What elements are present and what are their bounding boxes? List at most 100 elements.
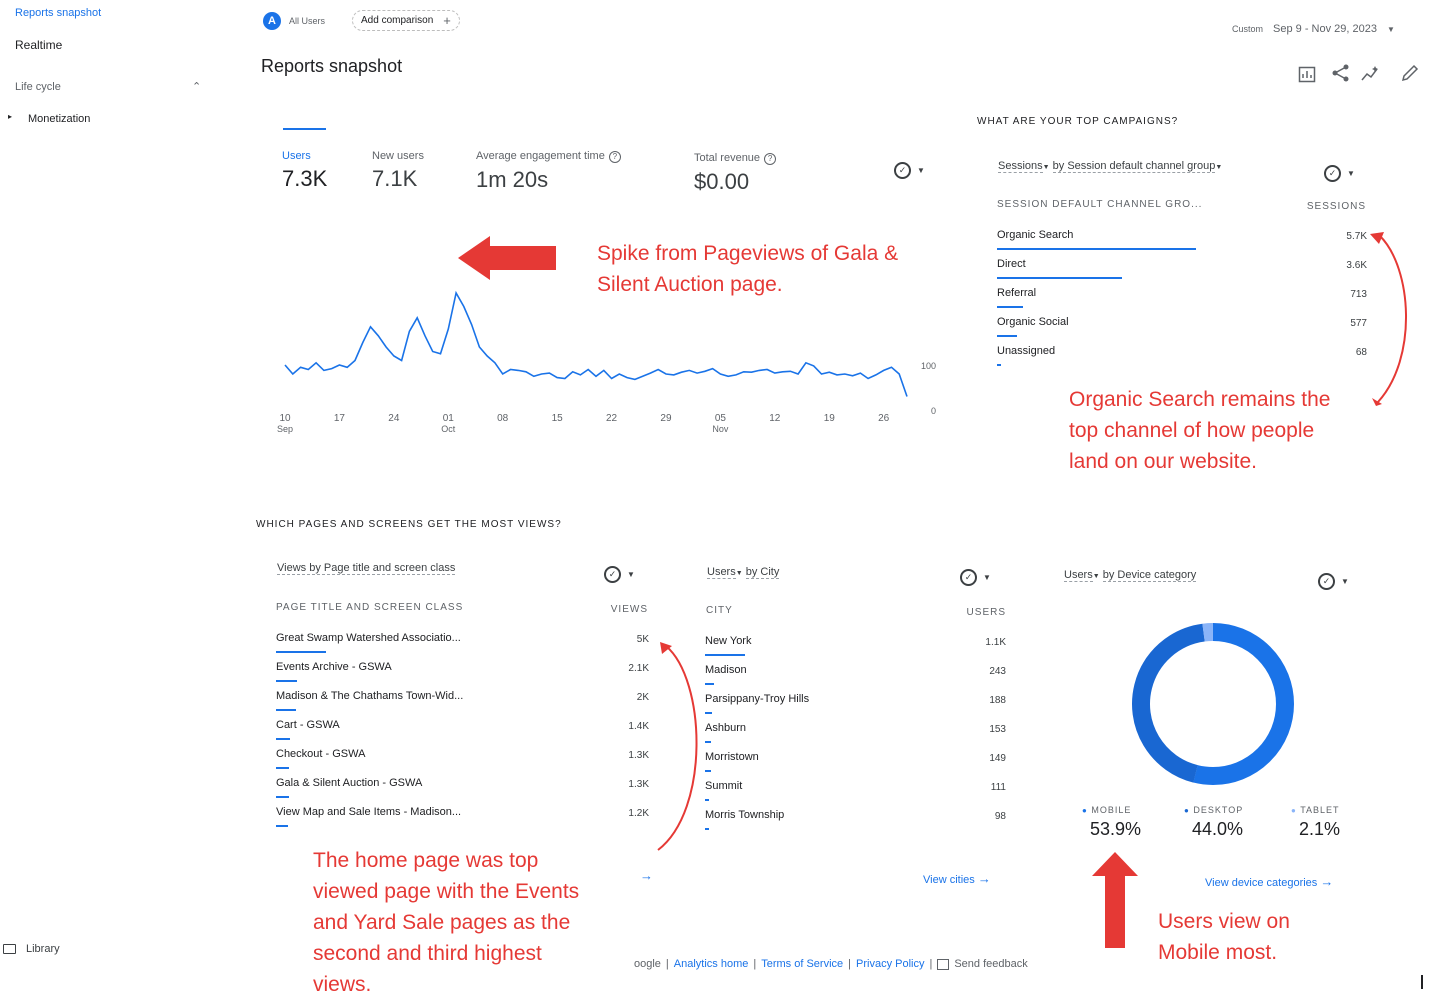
table-row[interactable]: Organic Search 5.7K <box>997 229 1367 258</box>
date-range: Sep 9 - Nov 29, 2023 <box>1273 23 1377 35</box>
campaigns-compare-icon[interactable]: ✓ ▼ <box>1324 165 1355 182</box>
metric-tab-users[interactable]: Users 7.3K <box>282 150 327 192</box>
table-row[interactable]: Cart - GSWA 1.4K <box>276 719 649 748</box>
donut-slice-desktop[interactable] <box>1126 617 1301 792</box>
help-icon[interactable]: ? <box>608 151 621 163</box>
metric-tab-new-users[interactable]: New users 7.1K <box>372 150 424 192</box>
legend-value: 53.9% <box>1090 819 1142 839</box>
library-label: Library <box>26 943 60 955</box>
arrow-right-icon[interactable]: → <box>640 868 653 883</box>
y-tick-label: 100 <box>921 361 936 371</box>
view-cities-link[interactable]: View cities → <box>923 871 991 886</box>
row-label: Madison <box>705 664 747 676</box>
table-row[interactable]: Morristown 149 <box>705 751 1006 780</box>
view-device-categories-link[interactable]: View device categories → <box>1205 874 1333 889</box>
x-tick-label: 17 <box>334 413 346 424</box>
row-bar <box>705 828 709 830</box>
all-users-chip[interactable]: A All Users <box>263 12 325 30</box>
row-label: Great Swamp Watershed Associatio... <box>276 632 461 644</box>
pages-compare-icon[interactable]: ✓ ▼ <box>604 566 635 583</box>
help-icon[interactable]: ? <box>764 153 777 165</box>
annotation-line: viewed page with the Events <box>313 880 580 903</box>
table-row[interactable]: Gala & Silent Auction - GSWA 1.3K <box>276 777 649 806</box>
sidebar-item-monetization[interactable]: Monetization <box>28 113 90 125</box>
row-label: New York <box>705 635 752 647</box>
pages-col-label: PAGE TITLE AND SCREEN CLASS <box>276 602 464 613</box>
table-row[interactable]: Ashburn 153 <box>705 722 1006 751</box>
table-row[interactable]: Events Archive - GSWA 2.1K <box>276 661 649 690</box>
chevron-up-icon[interactable]: ⌃ <box>192 80 201 93</box>
row-label: Checkout - GSWA <box>276 748 366 760</box>
row-label: Madison & The Chathams Town-Wid... <box>276 690 464 702</box>
row-value: 243 <box>989 666 1006 677</box>
devices-compare-icon[interactable]: ✓ ▼ <box>1318 573 1349 590</box>
row-bar <box>276 680 297 682</box>
share-icon[interactable] <box>1331 63 1351 83</box>
sidebar-item-life-cycle[interactable]: Life cycle <box>15 81 61 93</box>
compare-check-icon[interactable]: ✓ ▼ <box>894 162 925 179</box>
cities-col-label: CITY <box>706 605 733 616</box>
metric-value: 7.3K <box>282 166 328 191</box>
row-value: 2.1K <box>628 663 649 674</box>
table-row[interactable]: New York 1.1K <box>705 635 1006 664</box>
table-row[interactable]: Organic Social 577 <box>997 316 1367 345</box>
campaigns-col-label: SESSION DEFAULT CHANNEL GRO... <box>997 199 1203 210</box>
x-tick-label: 29 <box>660 413 672 424</box>
table-row[interactable]: Direct 3.6K <box>997 258 1367 287</box>
privacy-link[interactable]: Privacy Policy <box>856 958 924 970</box>
metric-tab-engagement[interactable]: Average engagement time? 1m 20s <box>476 150 621 193</box>
row-bar <box>276 738 290 740</box>
x-tick-label: 19 <box>824 413 836 424</box>
sidebar-item-reports-snapshot[interactable]: Reports snapshot <box>15 7 101 19</box>
table-row[interactable]: Unassigned 68 <box>997 345 1367 374</box>
table-row[interactable]: Madison & The Chathams Town-Wid... 2K <box>276 690 649 719</box>
table-row[interactable]: Checkout - GSWA 1.3K <box>276 748 649 777</box>
sidebar-item-realtime[interactable]: Realtime <box>15 38 62 52</box>
campaigns-card-title[interactable]: Sessions▼ by Session default channel gro… <box>998 160 1222 173</box>
table-row[interactable]: Morris Township 98 <box>705 809 1006 838</box>
y-tick-label: 0 <box>931 406 936 416</box>
cities-card-title[interactable]: Users▼ by City <box>707 566 780 579</box>
row-value: 188 <box>989 695 1006 706</box>
cities-compare-icon[interactable]: ✓ ▼ <box>960 569 991 586</box>
campaigns-section-title: WHAT ARE YOUR TOP CAMPAIGNS? <box>977 116 1179 127</box>
row-bar <box>705 770 711 772</box>
table-row[interactable]: Great Swamp Watershed Associatio... 5K <box>276 632 649 661</box>
row-label: Summit <box>705 780 743 792</box>
metric-label: Users <box>282 150 311 162</box>
insights-icon[interactable] <box>1360 64 1380 84</box>
row-value: 98 <box>994 811 1006 822</box>
sidebar-library[interactable]: Library <box>3 943 60 955</box>
table-row[interactable]: Summit 111 <box>705 780 1006 809</box>
add-comparison-button[interactable]: Add comparison + <box>352 10 460 31</box>
date-range-picker[interactable]: Custom Sep 9 - Nov 29, 2023 ▼ <box>1232 23 1395 35</box>
annotation-line: second and third highest <box>313 942 542 965</box>
annotation-line: views. <box>313 973 372 996</box>
metric-tab-revenue[interactable]: Total revenue? $0.00 <box>694 152 777 195</box>
row-value: 153 <box>989 724 1006 735</box>
annotation-line: top channel of how people <box>1069 419 1315 442</box>
table-row[interactable]: Madison 243 <box>705 664 1006 693</box>
table-row[interactable]: View Map and Sale Items - Madison... 1.2K <box>276 806 649 835</box>
row-bar <box>276 651 326 653</box>
active-tab-indicator <box>283 128 326 130</box>
terms-link[interactable]: Terms of Service <box>761 958 843 970</box>
device-donut-chart <box>1126 617 1301 792</box>
text-cursor <box>1421 975 1423 989</box>
footer-prefix: oogle <box>634 958 661 970</box>
edit-pencil-icon[interactable] <box>1400 63 1420 83</box>
table-row[interactable]: Referral 713 <box>997 287 1367 316</box>
row-value: 1.3K <box>628 779 649 790</box>
row-bar <box>705 712 712 714</box>
row-label: Organic Search <box>997 229 1074 241</box>
x-tick-month: Oct <box>441 424 456 434</box>
mobile-arrow <box>1092 852 1138 948</box>
devices-card-title[interactable]: Users▼ by Device category <box>1064 569 1197 582</box>
row-bar <box>997 248 1196 250</box>
table-row[interactable]: Parsippany-Troy Hills 188 <box>705 693 1006 722</box>
customize-report-icon[interactable] <box>1298 64 1318 84</box>
add-comparison-label: Add comparison <box>361 15 434 26</box>
analytics-home-link[interactable]: Analytics home <box>674 958 749 970</box>
send-feedback-link[interactable]: Send feedback <box>954 958 1027 970</box>
pages-card-title[interactable]: Views by Page title and screen class <box>277 562 456 575</box>
